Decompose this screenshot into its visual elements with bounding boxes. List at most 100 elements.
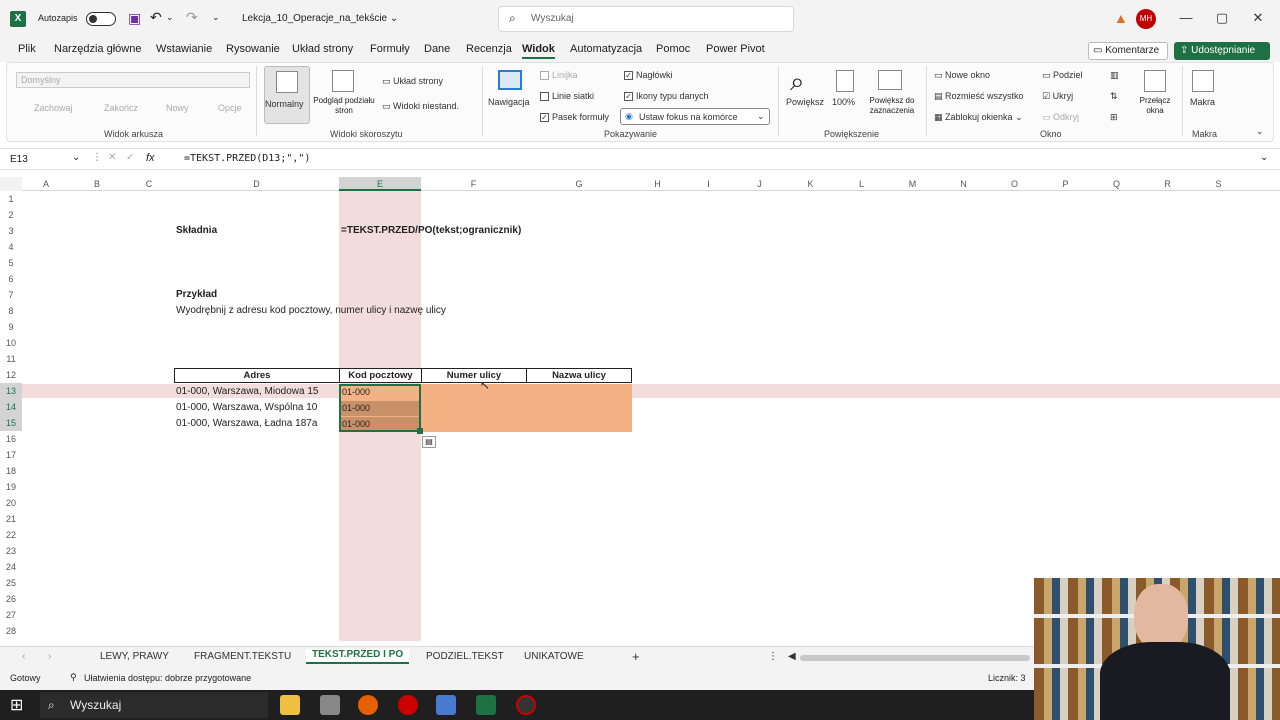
row-header-18[interactable]: 18 xyxy=(0,463,22,479)
row-header-11[interactable]: 11 xyxy=(0,351,22,367)
undo-icon[interactable]: ↶ xyxy=(150,9,162,26)
tab-formuly[interactable]: Formuły xyxy=(370,43,410,55)
focus-cell-button[interactable]: ◉ Ustaw fokus na komórce ⌄ xyxy=(620,108,770,125)
row-header-26[interactable]: 26 xyxy=(0,591,22,607)
tab-rysowanie[interactable]: Rysowanie xyxy=(226,43,280,55)
row-header-24[interactable]: 24 xyxy=(0,559,22,575)
undo-dropdown-icon[interactable]: ⌄ xyxy=(166,12,174,23)
tab-plik[interactable]: Plik xyxy=(18,43,36,55)
accessibility-status[interactable]: Ułatwienia dostępu: dobrze przygotowane xyxy=(84,673,251,683)
add-sheet-button[interactable]: + xyxy=(632,649,640,664)
customize-qat-icon[interactable]: ⌄ xyxy=(212,12,220,23)
sheet-tab-tekst-przed-i-po[interactable]: TEKST.PRZED I PO xyxy=(306,649,410,664)
col-header-j[interactable]: J xyxy=(734,177,785,191)
excel-taskbar-icon[interactable] xyxy=(476,695,496,715)
col-header-i[interactable]: I xyxy=(683,177,734,191)
col-header-n[interactable]: N xyxy=(938,177,989,191)
accessibility-icon[interactable]: ⚲ xyxy=(70,672,77,683)
horizontal-scrollbar[interactable] xyxy=(800,655,1030,661)
side-by-side-icon[interactable]: ▥ xyxy=(1110,70,1119,81)
zoom-selection-button[interactable]: Powiększ do zaznaczenia xyxy=(860,96,924,116)
row-header-6[interactable]: 6 xyxy=(0,271,22,287)
maximize-icon[interactable]: ▢ xyxy=(1210,10,1234,28)
row-header-8[interactable]: 8 xyxy=(0,303,22,319)
name-box-dropdown-icon[interactable]: ⌄ xyxy=(72,152,80,163)
custom-views-button[interactable]: ▭ Widoki niestand. xyxy=(382,101,459,112)
col-header-l[interactable]: L xyxy=(836,177,887,191)
minimize-icon[interactable]: — xyxy=(1174,10,1198,28)
recorder-icon[interactable] xyxy=(398,695,418,715)
cell-task[interactable]: Wyodrębnij z adresu kod pocztowy, numer … xyxy=(176,305,446,316)
formula-bar-checkbox[interactable]: Pasek formuły xyxy=(540,112,609,123)
sheet-tab-lewy-prawy[interactable]: LEWY, PRAWY xyxy=(100,651,169,662)
row-header-5[interactable]: 5 xyxy=(0,255,22,271)
close-icon[interactable]: ✕ xyxy=(1246,10,1270,28)
th-adres[interactable]: Adres xyxy=(175,369,340,382)
col-header-g[interactable]: G xyxy=(526,177,632,191)
col-header-h[interactable]: H xyxy=(632,177,683,191)
page-break-preview-button[interactable]: Podgląd podziału stron xyxy=(312,96,376,116)
th-kod-pocztowy[interactable]: Kod pocztowy xyxy=(340,369,422,382)
hide-button[interactable]: ☑ Ukryj xyxy=(1042,91,1073,102)
settings-icon[interactable] xyxy=(320,695,340,715)
row-header-28[interactable]: 28 xyxy=(0,623,22,639)
row-header-25[interactable]: 25 xyxy=(0,575,22,591)
freeze-panes-button[interactable]: ▦ Zablokuj okienka ⌄ xyxy=(934,112,1023,123)
row-header-23[interactable]: 23 xyxy=(0,543,22,559)
col-header-f[interactable]: F xyxy=(421,177,526,191)
search-box[interactable]: ⌕ Wyszukaj xyxy=(498,6,794,32)
file-explorer-icon[interactable] xyxy=(280,695,300,715)
prev-sheet-icon[interactable]: ‹ xyxy=(22,651,25,662)
zoom-100-button[interactable]: 100% xyxy=(832,97,855,107)
col-header-p[interactable]: P xyxy=(1040,177,1091,191)
cell-przyklad[interactable]: Przykład xyxy=(176,289,217,300)
row-header-7[interactable]: 7 xyxy=(0,287,22,303)
redo-icon[interactable]: ↷ xyxy=(186,9,198,26)
navigation-button[interactable]: Nawigacja xyxy=(488,97,530,107)
row-header-22[interactable]: 22 xyxy=(0,527,22,543)
arrange-all-button[interactable]: ▤ Rozmieść wszystko xyxy=(934,91,1024,102)
camera-icon[interactable] xyxy=(436,695,456,715)
next-sheet-icon[interactable]: › xyxy=(48,651,51,662)
row-header-3[interactable]: 3 xyxy=(0,223,22,239)
tab-widok[interactable]: Widok xyxy=(522,43,555,59)
row-header-12[interactable]: 12 xyxy=(0,367,22,383)
expand-formula-bar-icon[interactable]: ⌄ xyxy=(1260,152,1268,163)
th-nazwa-ulicy[interactable]: Nazwa ulicy xyxy=(527,369,631,382)
col-header-k[interactable]: K xyxy=(785,177,836,191)
tab-uklad-strony[interactable]: Układ strony xyxy=(292,43,353,55)
taskbar-search[interactable]: ⌕ Wyszukaj xyxy=(40,692,268,718)
tab-pomoc[interactable]: Pomoc xyxy=(656,43,690,55)
row-header-2[interactable]: 2 xyxy=(0,207,22,223)
collapse-ribbon-icon[interactable]: ⌄ xyxy=(1256,126,1264,137)
select-all-corner[interactable] xyxy=(0,177,22,191)
row-header-17[interactable]: 17 xyxy=(0,447,22,463)
row-header-10[interactable]: 10 xyxy=(0,335,22,351)
row-header-4[interactable]: 4 xyxy=(0,239,22,255)
row-header-9[interactable]: 9 xyxy=(0,319,22,335)
scroll-left-icon[interactable]: ◀ xyxy=(788,651,796,662)
col-header-q[interactable]: Q xyxy=(1091,177,1142,191)
col-header-b[interactable]: B xyxy=(70,177,124,191)
result-range-f-g[interactable] xyxy=(421,384,632,432)
row-header-19[interactable]: 19 xyxy=(0,479,22,495)
share-button[interactable]: ⇪ Udostępnianie xyxy=(1174,42,1270,60)
row-header-21[interactable]: 21 xyxy=(0,511,22,527)
new-window-button[interactable]: ▭ Nowe okno xyxy=(934,70,990,81)
col-header-c[interactable]: C xyxy=(124,177,174,191)
split-button[interactable]: ▭ Podziel xyxy=(1042,70,1083,81)
normal-view-button[interactable]: Normalny xyxy=(264,66,310,124)
autosave-toggle[interactable] xyxy=(86,12,116,26)
tab-wstawianie[interactable]: Wstawianie xyxy=(156,43,212,55)
table-row[interactable]: 01-000, Warszawa, Ładna 187a xyxy=(176,418,317,429)
switch-windows-button[interactable]: Przełącz okna xyxy=(1130,96,1180,116)
headings-checkbox[interactable]: Nagłówki xyxy=(624,70,673,81)
col-header-s[interactable]: S xyxy=(1193,177,1244,191)
col-header-o[interactable]: O xyxy=(989,177,1040,191)
windows-start-icon[interactable]: ⊞ xyxy=(10,695,23,715)
insert-function-icon[interactable]: fx xyxy=(146,152,155,164)
cell-syntax[interactable]: =TEKST.PRZED/PO(tekst;ogranicznik) xyxy=(341,225,521,236)
tab-power-pivot[interactable]: Power Pivot xyxy=(706,43,765,55)
zoom-button[interactable]: Powiększ xyxy=(786,97,824,107)
comments-button[interactable]: ▭ Komentarze xyxy=(1088,42,1168,60)
